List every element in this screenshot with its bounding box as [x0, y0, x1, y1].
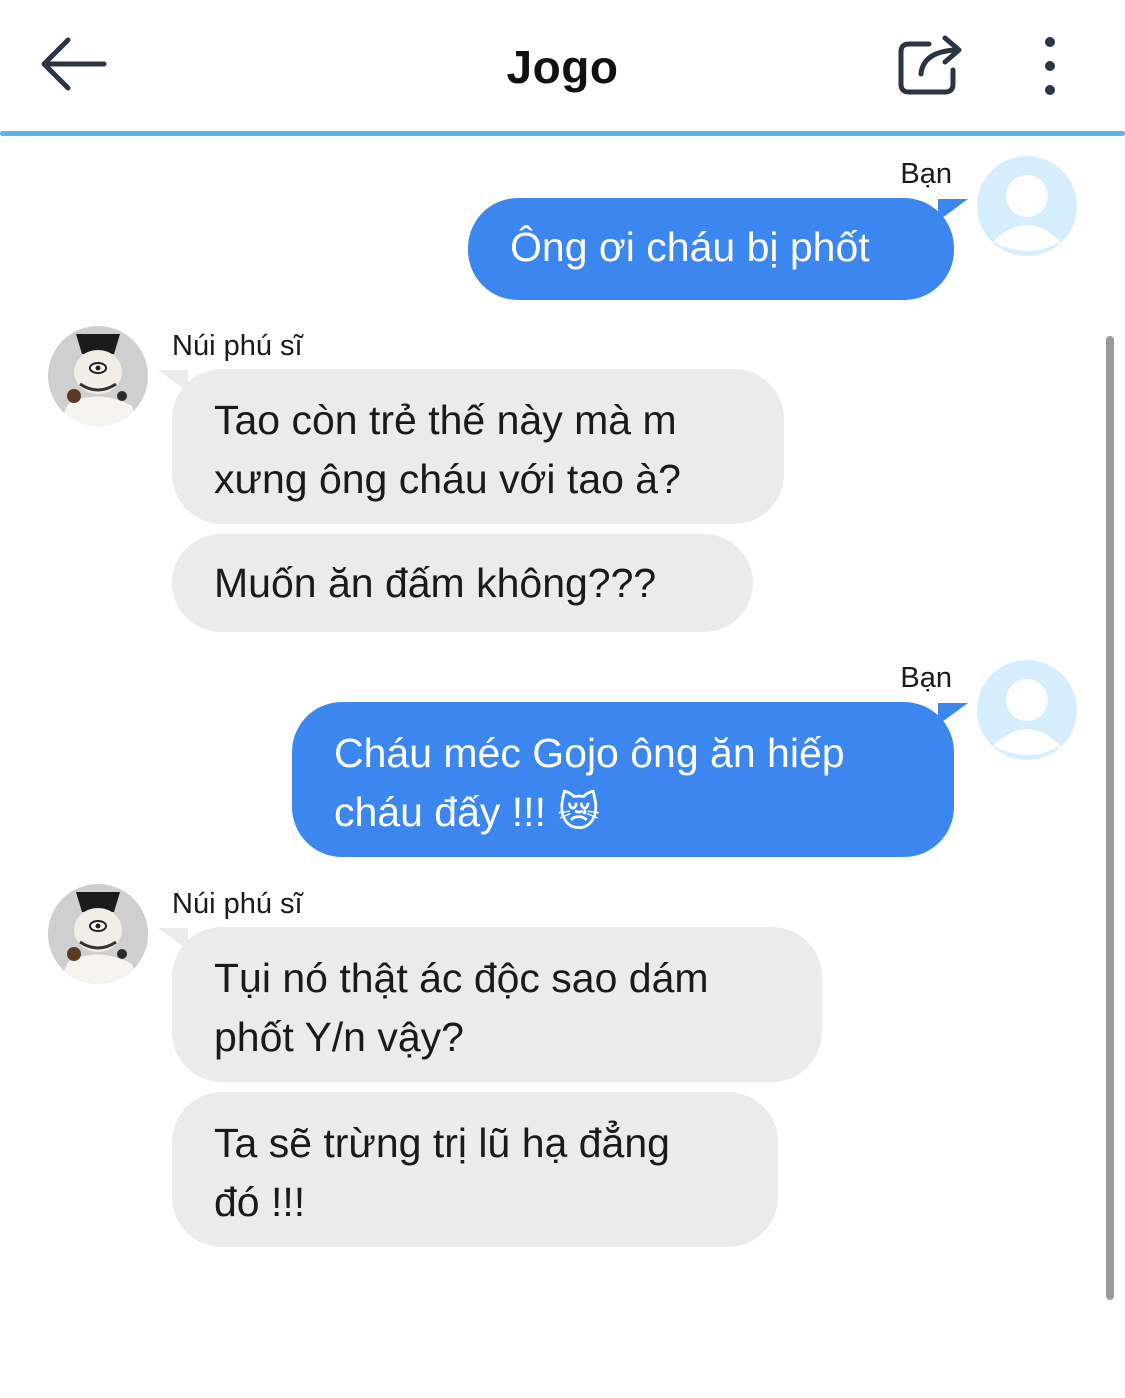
share-button[interactable] — [893, 30, 967, 100]
jogo-portrait-icon — [48, 884, 148, 984]
message-text-line: Tao còn trẻ thế này mà m — [214, 397, 677, 443]
sender-name-user: Bạn — [900, 662, 952, 694]
message-bubble-incoming[interactable]: Muốn ăn đấm không??? — [172, 534, 753, 632]
message-text: Muốn ăn đấm không??? — [214, 560, 657, 606]
message-text-line: Cháu méc Gojo ông ăn hiếp — [334, 730, 845, 776]
user-silhouette-icon — [993, 679, 1061, 755]
message-bubble-outgoing[interactable]: Ông ơi cháu bị phốt — [468, 198, 954, 300]
more-button[interactable] — [1030, 34, 1070, 98]
user-avatar — [977, 156, 1077, 256]
chat-screen: Jogo Bạn Ông ơi cháu bị phốt Núi phú sĩ … — [0, 0, 1125, 1398]
message-text-line: Tụi nó thật ác độc sao dám — [214, 955, 709, 1001]
sender-name-user: Bạn — [900, 158, 952, 190]
message-bubble-outgoing[interactable]: Cháu méc Gojo ông ăn hiếp cháu đấy !!! 😿 — [292, 702, 954, 857]
chat-header: Jogo — [0, 0, 1125, 134]
message-text-line: phốt Y/n vậy? — [214, 1014, 464, 1060]
jogo-portrait-icon — [48, 326, 148, 426]
message-text-line: cháu đấy !!! 😿 — [334, 789, 601, 835]
header-divider — [0, 131, 1125, 136]
sender-name-bot: Núi phú sĩ — [172, 888, 303, 920]
message-text-line: đó !!! — [214, 1179, 306, 1225]
more-vertical-icon — [1045, 37, 1055, 95]
share-icon — [898, 35, 962, 95]
message-text-line: Ta sẽ trừng trị lũ hạ đẳng — [214, 1120, 670, 1166]
user-avatar — [977, 660, 1077, 760]
message-bubble-incoming[interactable]: Ta sẽ trừng trị lũ hạ đẳng đó !!! — [172, 1092, 778, 1247]
message-bubble-incoming[interactable]: Tao còn trẻ thế này mà m xưng ông cháu v… — [172, 369, 784, 524]
jogo-avatar — [48, 326, 148, 426]
sender-name-bot: Núi phú sĩ — [172, 330, 303, 362]
message-text: Ông ơi cháu bị phốt — [510, 224, 870, 270]
jogo-avatar — [48, 884, 148, 984]
user-silhouette-icon — [993, 175, 1061, 251]
message-bubble-incoming[interactable]: Tụi nó thật ác độc sao dám phốt Y/n vậy? — [172, 927, 822, 1082]
scrollbar[interactable] — [1106, 336, 1114, 1300]
message-text-line: xưng ông cháu với tao à? — [214, 456, 681, 502]
